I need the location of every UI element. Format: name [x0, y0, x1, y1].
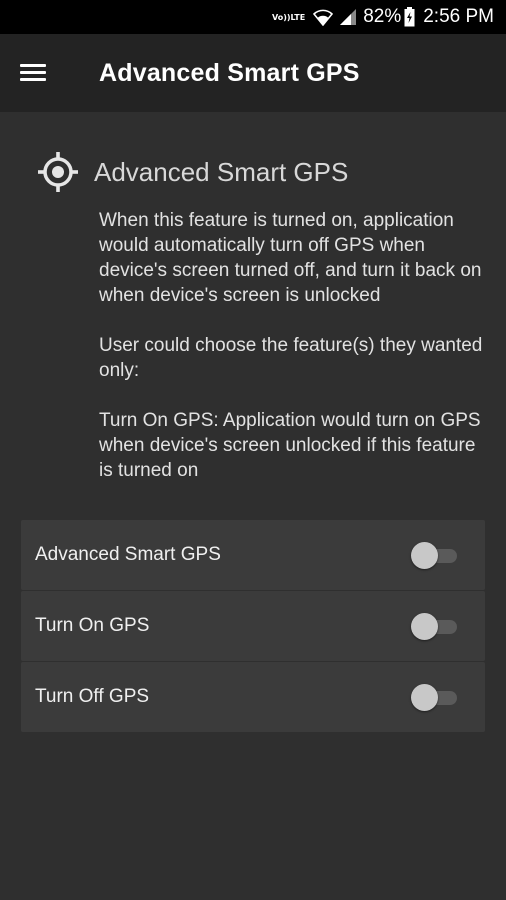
main-content: Advanced Smart GPS When this feature is …: [0, 112, 506, 900]
app-bar: Advanced Smart GPS: [0, 34, 506, 112]
setting-label: Turn Off GPS: [35, 686, 150, 707]
toggle-thumb: [411, 542, 438, 569]
setting-row-turn-on-gps[interactable]: Turn On GPS: [21, 591, 485, 661]
feature-description: When this feature is turned on, applicat…: [99, 208, 489, 483]
app-title: Advanced Smart GPS: [99, 58, 360, 87]
toggle-thumb: [411, 613, 438, 640]
setting-label: Turn On GPS: [35, 615, 150, 636]
volte-top-text: Vo)): [271, 12, 291, 22]
battery-icon: [404, 7, 415, 27]
settings-card: Advanced Smart GPS Turn On GPS Turn Off …: [21, 520, 485, 732]
signal-icon: [339, 8, 357, 26]
feature-title: Advanced Smart GPS: [94, 156, 349, 187]
volte-bottom-text: LTE: [290, 12, 306, 22]
gps-fixed-icon: [38, 152, 78, 192]
status-bar: Vo)) LTE 82% 2:56 PM: [0, 0, 506, 34]
description-paragraph: When this feature is turned on, applicat…: [99, 210, 482, 306]
setting-row-turn-off-gps[interactable]: Turn Off GPS: [21, 662, 485, 732]
description-paragraph: Turn On GPS: Application would turn on G…: [99, 410, 481, 481]
toggle-thumb: [411, 684, 438, 711]
turn-on-gps-toggle[interactable]: [411, 612, 457, 640]
turn-off-gps-toggle[interactable]: [411, 683, 457, 711]
setting-label: Advanced Smart GPS: [35, 544, 221, 565]
feature-header: Advanced Smart GPS: [36, 150, 348, 194]
volte-indicator: Vo)) LTE: [272, 13, 305, 22]
battery-percent: 82%: [363, 6, 402, 27]
setting-row-advanced-smart-gps[interactable]: Advanced Smart GPS: [21, 520, 485, 590]
menu-icon: [20, 63, 46, 83]
advanced-smart-gps-toggle[interactable]: [411, 541, 457, 569]
menu-button[interactable]: [0, 34, 68, 112]
description-paragraph: User could choose the feature(s) they wa…: [99, 335, 483, 381]
wifi-icon: [313, 8, 334, 26]
clock: 2:56 PM: [423, 6, 494, 27]
